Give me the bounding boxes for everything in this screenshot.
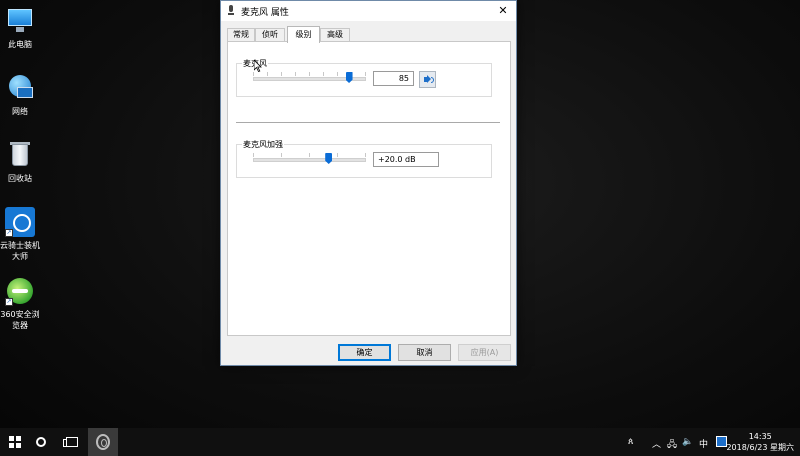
360-browser-icon: ↗	[5, 276, 35, 306]
tab-levels[interactable]: 级别	[287, 26, 320, 43]
tab-listen[interactable]: 侦听	[255, 28, 285, 42]
microphone-boost-slider[interactable]	[253, 158, 366, 162]
dialog-titlebar[interactable]: 麦克风 属性 ✕	[221, 1, 516, 21]
desktop-icon-label: 此电脑	[8, 40, 32, 49]
desktop-icon-label: 360安全浏览器	[0, 310, 40, 330]
desktop-icon-yunqishi[interactable]: ↗ 云骑士装机大师	[0, 207, 40, 262]
volume-icon[interactable]: 🔈	[682, 437, 693, 447]
search-button[interactable]	[26, 428, 56, 456]
system-clock[interactable]: 14:35 2018/6/23 星期六	[726, 431, 794, 453]
task-view-button[interactable]	[57, 428, 87, 456]
dialog-title: 麦克风 属性	[241, 8, 289, 18]
this-pc-icon	[5, 6, 35, 36]
boost-slider-ticks	[253, 153, 366, 157]
windows-logo-icon	[9, 436, 21, 448]
desktop-icon-label: 网络	[12, 107, 28, 116]
cortana-circle-icon	[36, 437, 46, 447]
taskbar: ጰ ︿ 🖧 🔈 中 14:35 2018/6/23 星期六	[0, 428, 800, 456]
clock-date: 2018/6/23 星期六	[726, 443, 794, 452]
notification-icon[interactable]	[716, 436, 727, 447]
microphone-properties-dialog: 麦克风 属性 ✕ 常规 侦听 级别 高级 麦克风 85 麦克风加强	[220, 0, 517, 366]
input-method-indicator[interactable]: 中	[699, 437, 708, 450]
levels-panel: 麦克风 85 麦克风加强 +20.0 dB	[227, 41, 511, 336]
recycle-bin-icon	[5, 140, 35, 170]
microphone-level-value[interactable]: 85	[373, 71, 414, 86]
shortcut-arrow-icon: ↗	[5, 298, 13, 306]
desktop-icon-label: 云骑士装机大师	[0, 241, 40, 261]
task-view-icon	[63, 437, 78, 447]
microphone-boost-group: 麦克风加强 +20.0 dB	[236, 139, 492, 178]
mouse-cursor-icon	[254, 60, 262, 72]
tab-advanced[interactable]: 高级	[320, 28, 350, 42]
section-divider	[236, 122, 500, 123]
close-button[interactable]: ✕	[490, 1, 516, 21]
desktop-icon-360-browser[interactable]: ↗ 360安全浏览器	[0, 276, 40, 331]
tab-general[interactable]: 常规	[227, 28, 255, 42]
mute-toggle-button[interactable]	[419, 71, 436, 88]
microphone-level-slider-thumb[interactable]	[345, 72, 353, 83]
desktop-icon-this-pc[interactable]: 此电脑	[0, 6, 40, 50]
microphone-boost-slider-thumb[interactable]	[325, 153, 333, 164]
desktop-icon-label: 回收站	[8, 174, 32, 183]
shortcut-arrow-icon: ↗	[5, 229, 13, 237]
apply-button[interactable]: 应用(A)	[458, 344, 511, 361]
desktop-icon-recycle-bin[interactable]: 回收站	[0, 140, 40, 184]
fingerprint-app-icon	[96, 434, 110, 450]
network-icon	[5, 73, 35, 103]
desktop-icon-network[interactable]: 网络	[0, 73, 40, 117]
ok-button[interactable]: 确定	[338, 344, 391, 361]
speaker-icon	[424, 75, 431, 83]
speaker-wave-icon	[431, 77, 434, 83]
chevron-up-icon[interactable]: ︿	[652, 437, 661, 450]
cancel-button[interactable]: 取消	[398, 344, 451, 361]
microphone-boost-value[interactable]: +20.0 dB	[373, 152, 439, 167]
microphone-level-group: 麦克风 85	[236, 58, 492, 97]
yunqishi-icon: ↗	[5, 207, 35, 237]
people-icon[interactable]: ጰ	[628, 437, 633, 447]
taskbar-app-sound-settings[interactable]	[88, 428, 118, 456]
clock-time: 14:35	[748, 432, 772, 441]
network-tray-icon[interactable]: 🖧	[667, 437, 677, 453]
microphone-boost-label: 麦克风加强	[242, 139, 284, 150]
microphone-icon	[227, 5, 235, 17]
